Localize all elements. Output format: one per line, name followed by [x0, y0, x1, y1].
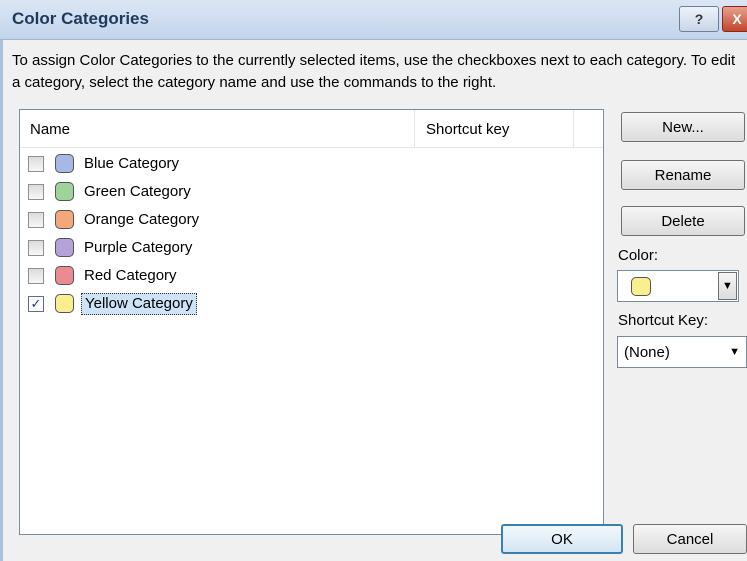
delete-button[interactable]: Delete — [621, 206, 745, 236]
category-name[interactable]: Yellow Category — [81, 293, 197, 315]
cancel-button[interactable]: Cancel — [633, 524, 747, 554]
category-name[interactable]: Blue Category — [81, 153, 182, 175]
shortcut-key-label: Shortcut Key: — [618, 312, 709, 329]
category-checkbox[interactable] — [28, 212, 44, 228]
help-icon: ? — [694, 11, 704, 27]
category-name[interactable]: Green Category — [81, 181, 194, 203]
color-swatch-icon — [55, 210, 74, 229]
color-swatch-icon — [55, 294, 74, 313]
category-checkbox[interactable] — [28, 156, 44, 172]
new-button[interactable]: New... — [621, 112, 745, 142]
list-item[interactable]: Purple Category — [20, 234, 603, 262]
color-swatch-icon — [55, 154, 74, 173]
chevron-down-icon: ▼ — [729, 346, 740, 358]
shortcut-key-value: (None) — [624, 343, 670, 361]
close-icon: X — [732, 11, 742, 27]
selected-color-swatch-icon — [631, 277, 651, 296]
category-name[interactable]: Orange Category — [81, 209, 202, 231]
rename-button[interactable]: Rename — [621, 160, 745, 190]
column-header-shortcut-key[interactable]: Shortcut key — [416, 110, 574, 148]
help-button[interactable]: ? — [679, 6, 719, 32]
list-item[interactable]: Red Category — [20, 262, 603, 290]
category-name[interactable]: Purple Category — [81, 237, 195, 259]
list-header: Name Shortcut key — [20, 110, 603, 148]
window-title: Color Categories — [12, 9, 149, 28]
category-checkbox[interactable] — [28, 240, 44, 256]
category-checkbox[interactable] — [28, 184, 44, 200]
title-bar: Color Categories ? X — [0, 0, 747, 40]
color-dropdown[interactable]: ▼ — [617, 270, 739, 302]
list-item[interactable]: ✓ Yellow Category — [20, 290, 603, 318]
window-frame — [0, 40, 3, 561]
list-item[interactable]: Green Category — [20, 178, 603, 206]
column-header-name[interactable]: Name — [20, 110, 415, 148]
list-item[interactable]: Orange Category — [20, 206, 603, 234]
chevron-down-icon[interactable]: ▼ — [718, 272, 737, 300]
color-swatch-icon — [55, 266, 74, 285]
category-checkbox[interactable]: ✓ — [28, 296, 44, 312]
close-button[interactable]: X — [722, 6, 747, 32]
category-name[interactable]: Red Category — [81, 265, 180, 287]
color-swatch-icon — [55, 238, 74, 257]
ok-button[interactable]: OK — [501, 524, 623, 554]
color-swatch-icon — [55, 182, 74, 201]
shortcut-key-dropdown[interactable]: (None) ▼ — [617, 336, 747, 368]
list-item[interactable]: Blue Category — [20, 150, 603, 178]
color-label: Color: — [618, 247, 659, 264]
category-list[interactable]: Name Shortcut key Blue Category Green Ca… — [19, 109, 604, 535]
instructions-text: To assign Color Categories to the curren… — [12, 52, 736, 91]
category-checkbox[interactable] — [28, 268, 44, 284]
